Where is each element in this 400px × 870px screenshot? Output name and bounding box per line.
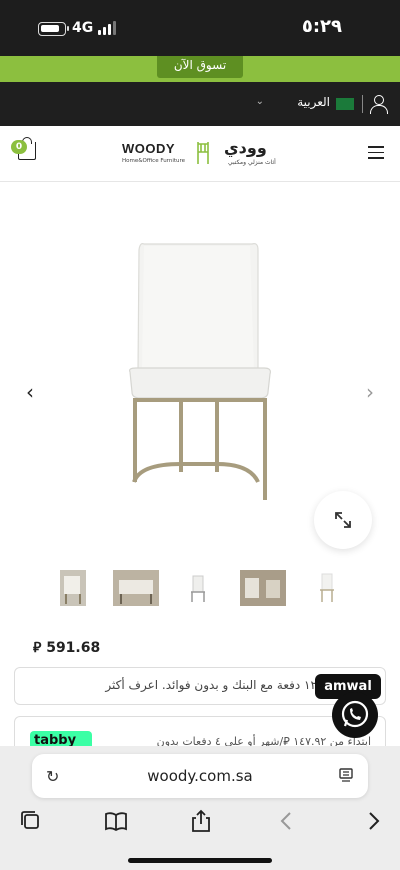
logo-text-ar: وودي bbox=[224, 138, 267, 157]
clock: ٥:٢٩ bbox=[301, 16, 342, 37]
shop-now-button[interactable]: تسوق الآن bbox=[157, 56, 243, 78]
back-icon[interactable] bbox=[274, 808, 300, 834]
language-selector[interactable]: العربية bbox=[297, 95, 330, 109]
next-image-chevron-icon[interactable]: › bbox=[366, 380, 374, 404]
logo-text-en: WOODY bbox=[122, 141, 176, 156]
prev-image-chevron-icon[interactable]: ‹ bbox=[26, 380, 34, 404]
logo-chair-icon bbox=[197, 142, 209, 164]
whatsapp-icon bbox=[341, 700, 369, 728]
thumbnail-4[interactable] bbox=[240, 570, 286, 606]
language-bar: العربية ⌄ bbox=[0, 82, 400, 126]
user-icon[interactable] bbox=[370, 95, 388, 114]
cart-count-badge: 0 bbox=[11, 140, 27, 154]
network-label: 4G bbox=[72, 20, 94, 36]
thumbnail-5[interactable] bbox=[316, 570, 338, 606]
reader-icon[interactable] bbox=[338, 767, 354, 783]
hamburger-menu-icon[interactable] bbox=[368, 146, 384, 159]
status-bar: 4G ٥:٢٩ bbox=[0, 0, 400, 56]
signal-icon bbox=[98, 21, 116, 35]
thumbnail-strip bbox=[0, 570, 400, 610]
site-logo[interactable]: WOODY Home&Office Furniture وودي أثاث من… bbox=[120, 138, 280, 172]
saudi-flag-icon[interactable] bbox=[336, 98, 354, 110]
share-icon[interactable] bbox=[188, 808, 214, 834]
expand-icon bbox=[335, 512, 351, 528]
currency-symbol: ⃁ bbox=[33, 640, 42, 656]
address-bar[interactable]: ↻ woody.com.sa bbox=[32, 754, 368, 798]
thumbnail-3[interactable] bbox=[186, 570, 210, 606]
chevron-down-icon[interactable]: ⌄ bbox=[256, 96, 264, 107]
browser-toolbar bbox=[0, 804, 400, 840]
logo-subtext-en: Home&Office Furniture bbox=[122, 158, 186, 164]
whatsapp-button[interactable] bbox=[332, 692, 378, 738]
home-indicator bbox=[128, 858, 272, 863]
battery-icon bbox=[38, 22, 69, 36]
price-value: 591.68 bbox=[46, 640, 101, 656]
tabs-icon[interactable] bbox=[18, 808, 44, 834]
forward-icon[interactable] bbox=[360, 808, 386, 834]
product-gallery[interactable]: ‹ › bbox=[0, 182, 400, 562]
thumbnail-2[interactable] bbox=[113, 570, 159, 606]
thumbnail-1[interactable] bbox=[60, 570, 86, 606]
browser-chrome: ↻ woody.com.sa bbox=[0, 746, 400, 870]
bookmarks-icon[interactable] bbox=[103, 808, 129, 834]
divider bbox=[362, 95, 363, 113]
product-price: ⃁ 591.68 bbox=[33, 638, 100, 656]
url-text[interactable]: woody.com.sa bbox=[32, 767, 368, 785]
site-header: WOODY Home&Office Furniture وودي أثاث من… bbox=[0, 126, 400, 182]
logo-subtext-ar: أثاث منزلي ومكتبي bbox=[228, 159, 276, 166]
promo-banner: تسوق الآن bbox=[0, 56, 400, 82]
zoom-button[interactable] bbox=[314, 491, 372, 549]
